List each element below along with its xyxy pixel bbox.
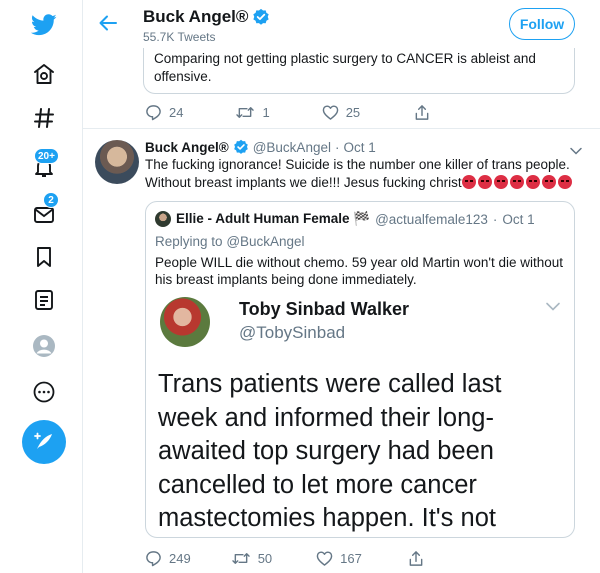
reply-icon [146, 551, 161, 567]
previous-tweet-actions: 24 1 25 [145, 104, 430, 121]
tweet-actions: 249 50 167 [145, 550, 424, 567]
notifications-badge: 20+ [34, 148, 59, 164]
embedded-author-handle: @TobySinbad [239, 323, 346, 342]
embedded-author-name: Toby Sinbad Walker [239, 299, 410, 319]
heart-icon [322, 105, 338, 120]
replying-label: Replying to [155, 234, 223, 249]
retweet-count: 1 [262, 105, 270, 120]
header-name: Buck Angel® [143, 7, 270, 27]
retweet-icon [236, 107, 255, 118]
author-name[interactable]: Buck Angel® [145, 140, 229, 155]
quoted-avatar [155, 211, 171, 227]
home-icon[interactable] [28, 58, 60, 90]
author-handle[interactable]: @BuckAngel [253, 140, 331, 155]
heart-icon [316, 551, 333, 566]
embedded-avatar [160, 297, 210, 347]
share-button[interactable] [408, 550, 424, 567]
retweet-button[interactable]: 50 [231, 550, 272, 567]
compose-tweet-button[interactable] [22, 420, 66, 464]
tweet-text: The fucking ignorance! Suicide is the nu… [145, 156, 585, 192]
angry-face-emoji-icon [509, 175, 524, 189]
twitter-bird-icon[interactable] [28, 9, 60, 41]
replying-handle[interactable]: @BuckAngel [226, 234, 304, 249]
hashtag-icon[interactable] [28, 102, 60, 134]
separator-dot: · [334, 139, 340, 155]
like-count: 167 [340, 551, 362, 566]
reply-icon [146, 105, 161, 121]
share-button[interactable] [414, 104, 430, 121]
follow-button[interactable]: Follow [509, 8, 575, 40]
angry-face-emoji-icon [493, 175, 508, 189]
retweet-count: 50 [257, 551, 273, 566]
angry-face-emoji-icon [557, 175, 572, 189]
like-count: 25 [345, 105, 361, 120]
reply-button[interactable]: 249 [145, 550, 191, 567]
tweet-count: 55.7K Tweets [143, 30, 216, 44]
angry-emoji-row [461, 175, 574, 190]
verified-badge-icon [233, 139, 248, 154]
list-icon[interactable] [28, 284, 60, 316]
verified-badge-icon [253, 8, 270, 25]
angry-face-emoji-icon [461, 175, 476, 189]
reply-count: 24 [169, 105, 184, 120]
header-name-text: Buck Angel® [143, 7, 249, 26]
profile-icon[interactable] [28, 330, 60, 362]
reply-button[interactable]: 24 [145, 104, 183, 121]
replying-to: Replying to @BuckAngel [155, 234, 305, 249]
like-button[interactable]: 25 [322, 104, 360, 121]
quoted-author-name: Ellie - Adult Human Female 🏁 [176, 211, 371, 226]
quoted-tweet[interactable]: Ellie - Adult Human Female 🏁 @actualfema… [145, 201, 575, 538]
tweet-header: Buck Angel® @BuckAngel · Oct 1 [145, 139, 376, 155]
quoted-tweet-header: Ellie - Adult Human Female 🏁 @actualfema… [155, 211, 535, 227]
embedded-tweet-text: Trans patients were called last week and… [158, 370, 502, 532]
like-button[interactable]: 167 [316, 550, 362, 567]
messages-badge: 2 [43, 192, 59, 208]
timeline-column: Comparing not getting plastic surgery to… [82, 0, 600, 573]
back-arrow-icon[interactable] [97, 12, 123, 38]
bookmark-icon[interactable] [28, 241, 60, 273]
tweet-divider [83, 128, 600, 129]
avatar[interactable] [95, 140, 139, 184]
tweet-date[interactable]: Oct 1 [343, 140, 375, 155]
profile-header: Buck Angel® 55.7K Tweets Follow [83, 0, 600, 48]
quoted-tweet-text: People WILL die without chemo. 59 year o… [155, 255, 564, 287]
retweet-button[interactable]: 1 [235, 104, 270, 121]
quoted-author-handle: @actualfemale123 [375, 211, 488, 227]
reply-count: 249 [169, 551, 191, 566]
quoted-date: Oct 1 [502, 211, 535, 227]
retweet-icon [231, 553, 250, 564]
more-icon[interactable] [28, 376, 60, 408]
previous-quote-text: Comparing not getting plastic surgery to… [154, 51, 536, 84]
compose-icon [34, 432, 52, 449]
share-icon [415, 105, 429, 120]
separator-dot: · [492, 211, 498, 227]
angry-face-emoji-icon [477, 175, 492, 189]
share-icon [409, 551, 423, 566]
sidebar-nav: 20+ 2 [0, 0, 88, 573]
angry-face-emoji-icon [525, 175, 540, 189]
chevron-down-icon [546, 298, 560, 316]
angry-face-emoji-icon [541, 175, 556, 189]
